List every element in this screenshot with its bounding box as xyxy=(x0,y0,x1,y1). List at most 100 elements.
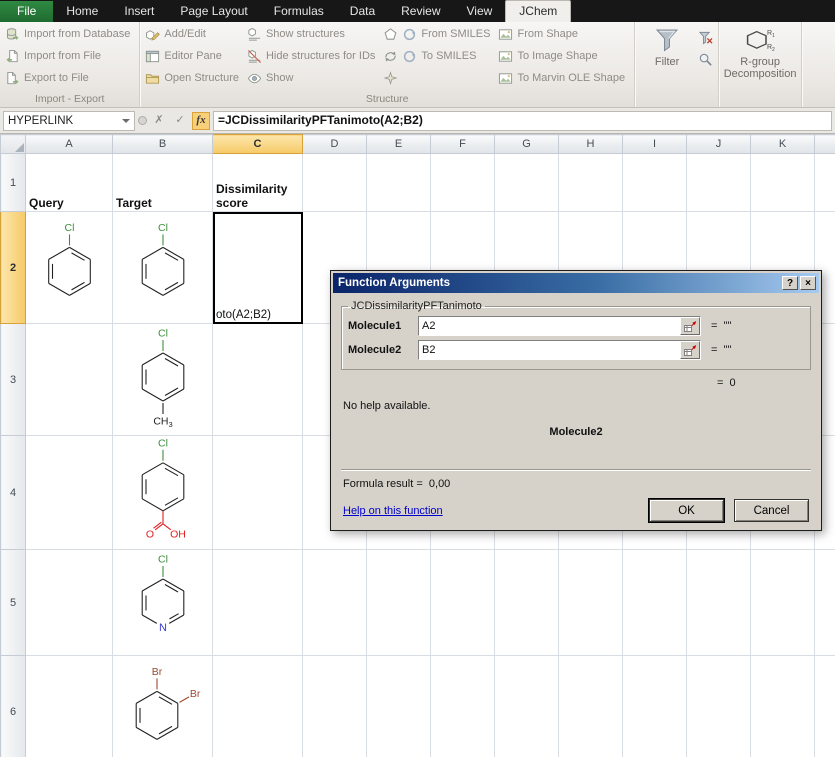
row-header-6[interactable]: 6 xyxy=(1,656,26,757)
clean-tool-button[interactable] xyxy=(381,67,400,89)
cell-B5[interactable]: NCl xyxy=(113,550,213,656)
rgroup-decomposition-button[interactable]: R1R2 R-group Decomposition xyxy=(722,23,798,80)
ok-button[interactable]: OK xyxy=(649,499,724,522)
column-header-C[interactable]: C xyxy=(213,135,303,154)
cell-I1[interactable] xyxy=(623,154,687,212)
cell-B3[interactable]: ClCH3 xyxy=(113,324,213,436)
cell-H5[interactable] xyxy=(559,550,623,656)
molecule1-input[interactable] xyxy=(419,317,680,335)
cell-H6[interactable] xyxy=(559,656,623,757)
cell-D5[interactable] xyxy=(303,550,367,656)
ribbon-button-import-from-file[interactable]: Import from File xyxy=(3,45,136,67)
cell-F6[interactable] xyxy=(431,656,495,757)
cell-J6[interactable] xyxy=(687,656,751,757)
cell-partial-5[interactable] xyxy=(815,550,835,656)
tab-insert[interactable]: Insert xyxy=(111,1,167,22)
cell-partial-1[interactable] xyxy=(815,154,835,212)
ring-tool-button[interactable] xyxy=(381,23,400,45)
cell-C5[interactable] xyxy=(213,550,303,656)
ribbon-button-to-marvin-ole-shape[interactable]: To Marvin OLE Shape xyxy=(496,67,631,89)
column-header-D[interactable]: D xyxy=(303,135,367,154)
tab-page-layout[interactable]: Page Layout xyxy=(167,1,260,22)
cell-B1[interactable]: Target xyxy=(113,154,213,212)
cell-G1[interactable] xyxy=(495,154,559,212)
column-header-I[interactable]: I xyxy=(623,135,687,154)
filter-button[interactable]: Filter xyxy=(638,23,696,68)
insert-function-button[interactable]: fx xyxy=(192,112,210,130)
column-header-F[interactable]: F xyxy=(431,135,495,154)
cell-K6[interactable] xyxy=(751,656,815,757)
ribbon-button-to-image-shape[interactable]: To Image Shape xyxy=(496,45,631,67)
column-header-E[interactable]: E xyxy=(367,135,431,154)
ribbon-button-editor-pane[interactable]: Editor Pane xyxy=(143,45,245,67)
column-header-G[interactable]: G xyxy=(495,135,559,154)
cell-G6[interactable] xyxy=(495,656,559,757)
ribbon-button-from-shape[interactable]: From Shape xyxy=(496,23,631,45)
cancel-formula-button[interactable]: ✗ xyxy=(150,112,168,130)
cell-A1[interactable]: Query xyxy=(26,154,113,212)
ribbon-button-hide-structures-for-ids[interactable]: Hide structures for IDs xyxy=(245,45,381,67)
column-header-K[interactable]: K xyxy=(751,135,815,154)
dialog-close-button[interactable]: × xyxy=(800,276,816,290)
column-header-H[interactable]: H xyxy=(559,135,623,154)
cancel-button[interactable]: Cancel xyxy=(734,499,809,522)
cell-C6[interactable] xyxy=(213,656,303,757)
cell-I6[interactable] xyxy=(623,656,687,757)
column-header-A[interactable]: A xyxy=(26,135,113,154)
ribbon-button-add-edit[interactable]: Add/Edit xyxy=(143,23,245,45)
ribbon-button-from-smiles[interactable]: From SMILES xyxy=(400,23,496,45)
molecule1-collapse-dialog-button[interactable] xyxy=(680,317,700,335)
column-header-partial[interactable] xyxy=(815,135,835,154)
cell-A5[interactable] xyxy=(26,550,113,656)
advanced-filter-button[interactable] xyxy=(696,48,715,70)
cell-K1[interactable] xyxy=(751,154,815,212)
name-box[interactable]: HYPERLINK xyxy=(3,111,135,131)
tab-file[interactable]: File xyxy=(0,1,53,22)
ribbon-button-export-to-file[interactable]: Export to File xyxy=(3,67,136,89)
molecule2-collapse-dialog-button[interactable] xyxy=(680,341,700,359)
ribbon-button-to-smiles[interactable]: To SMILES xyxy=(400,45,496,67)
ribbon-button-import-from-database[interactable]: Import from Database xyxy=(3,23,136,45)
ribbon-button-show[interactable]: Show xyxy=(245,67,381,89)
column-header-J[interactable]: J xyxy=(687,135,751,154)
cell-D6[interactable] xyxy=(303,656,367,757)
cell-F1[interactable] xyxy=(431,154,495,212)
cell-K5[interactable] xyxy=(751,550,815,656)
formula-input[interactable]: =JCDissimilarityPFTanimoto(A2;B2) xyxy=(213,111,832,131)
name-box-dropdown-icon[interactable] xyxy=(122,119,130,127)
cell-A6[interactable] xyxy=(26,656,113,757)
convert-tool-button[interactable] xyxy=(381,45,400,67)
cell-J1[interactable] xyxy=(687,154,751,212)
cell-C1[interactable]: Dissimilarity score xyxy=(213,154,303,212)
cell-A4[interactable] xyxy=(26,436,113,550)
tab-formulas[interactable]: Formulas xyxy=(261,1,337,22)
cell-E6[interactable] xyxy=(367,656,431,757)
cell-B4[interactable]: ClOOH xyxy=(113,436,213,550)
cell-I5[interactable] xyxy=(623,550,687,656)
cell-C4[interactable] xyxy=(213,436,303,550)
row-header-3[interactable]: 3 xyxy=(1,324,26,436)
tab-data[interactable]: Data xyxy=(337,1,388,22)
cell-partial-6[interactable] xyxy=(815,656,835,757)
cell-C3[interactable] xyxy=(213,324,303,436)
row-header-2[interactable]: 2 xyxy=(1,212,26,324)
select-all-corner[interactable] xyxy=(1,135,26,154)
cell-C2[interactable]: oto(A2;B2) xyxy=(213,212,303,324)
cell-H1[interactable] xyxy=(559,154,623,212)
cell-F5[interactable] xyxy=(431,550,495,656)
cell-D1[interactable] xyxy=(303,154,367,212)
help-on-function-link[interactable]: Help on this function xyxy=(343,505,443,517)
row-header-1[interactable]: 1 xyxy=(1,154,26,212)
tab-view[interactable]: View xyxy=(454,1,506,22)
cell-E1[interactable] xyxy=(367,154,431,212)
dialog-help-button[interactable]: ? xyxy=(782,276,798,290)
cell-A2[interactable]: Cl xyxy=(26,212,113,324)
cell-G5[interactable] xyxy=(495,550,559,656)
cell-B2[interactable]: Cl xyxy=(113,212,213,324)
cell-A3[interactable] xyxy=(26,324,113,436)
cell-J5[interactable] xyxy=(687,550,751,656)
ribbon-button-show-structures[interactable]: Show structures xyxy=(245,23,381,45)
enter-formula-button[interactable]: ✓ xyxy=(171,112,189,130)
ribbon-button-open-structure[interactable]: Open Structure xyxy=(143,67,245,89)
clear-filter-button[interactable] xyxy=(696,26,715,48)
